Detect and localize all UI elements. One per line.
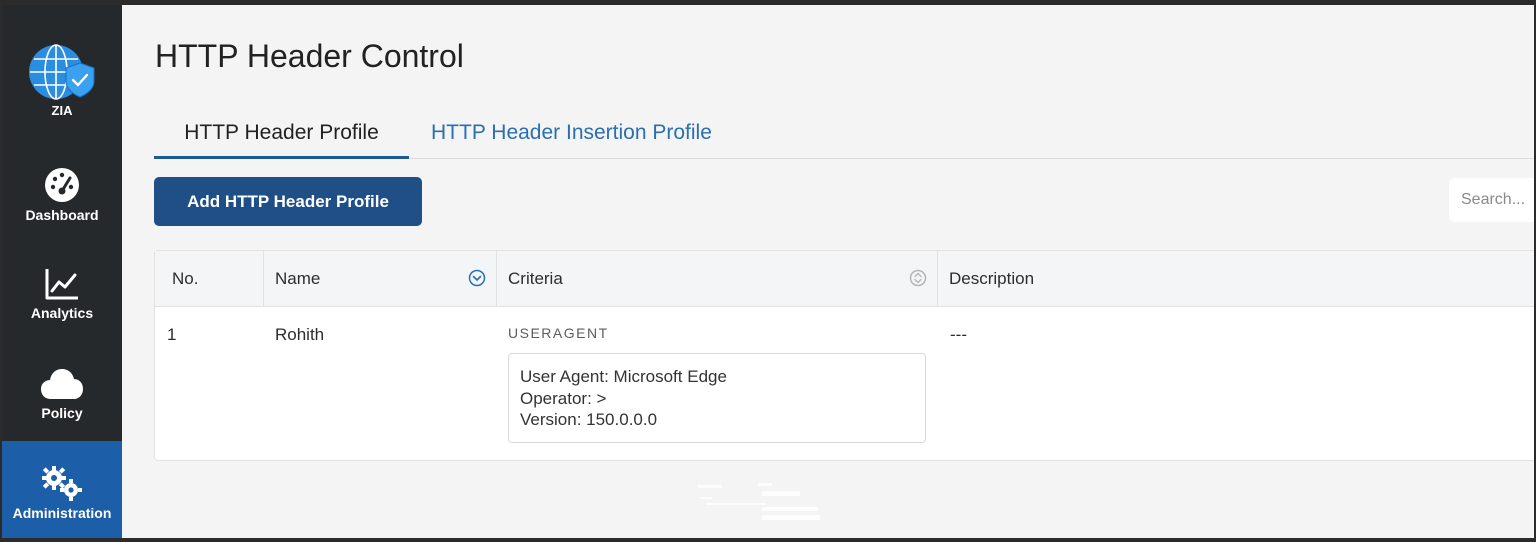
- cloud-icon: [41, 369, 83, 399]
- column-header-criteria[interactable]: Criteria: [497, 251, 938, 307]
- column-header-label: Name: [275, 269, 321, 288]
- column-header-name[interactable]: Name: [264, 251, 497, 307]
- criteria-type: USERAGENT: [508, 325, 609, 341]
- tab-bar: HTTP Header Profile HTTP Header Insertio…: [154, 109, 1534, 159]
- criteria-line: Version: 150.0.0.0: [520, 410, 658, 429]
- table-header: No. Name Criteria Description: [155, 251, 1534, 307]
- app-window: ZIA Dashboard Analytics Policy Administr…: [0, 0, 1536, 542]
- globe-shield-icon: [29, 44, 95, 100]
- column-header-no[interactable]: No.: [155, 251, 264, 307]
- gears-icon: [42, 466, 82, 501]
- tab-http-header-profile[interactable]: HTTP Header Profile: [154, 109, 409, 159]
- page-title: HTTP Header Control: [155, 38, 464, 74]
- row-name: Rohith: [275, 325, 325, 344]
- sidebar-item-analytics[interactable]: Analytics: [2, 267, 122, 337]
- sidebar-item-label: Dashboard: [25, 207, 99, 223]
- sort-descending-icon[interactable]: [468, 269, 486, 287]
- gauge-icon: [45, 168, 79, 202]
- sidebar-item-label: Policy: [41, 405, 83, 421]
- sidebar-item-label: Analytics: [30, 305, 94, 321]
- criteria-line: Operator: >: [520, 388, 607, 408]
- profiles-table: No. Name Criteria Description 1 Rohith U…: [154, 250, 1534, 461]
- add-http-header-profile-button[interactable]: Add HTTP Header Profile: [154, 177, 422, 226]
- criteria-details: User Agent: Microsoft Edge Operator: > V…: [508, 353, 926, 443]
- column-header-description[interactable]: Description: [938, 251, 1534, 307]
- blur-artifact: [698, 483, 820, 520]
- sidebar-item-zia[interactable]: ZIA: [2, 43, 122, 129]
- tab-http-header-insertion-profile[interactable]: HTTP Header Insertion Profile: [431, 109, 712, 159]
- sidebar-item-label: Administration: [12, 505, 112, 521]
- main-content: HTTP Header Control HTTP Header Profile …: [122, 5, 1534, 538]
- sidebar-item-label: ZIA: [51, 103, 73, 118]
- row-no: 1: [167, 325, 177, 344]
- row-description: ---: [950, 325, 967, 344]
- sidebar-item-administration[interactable]: Administration: [2, 441, 122, 538]
- sidebar: ZIA Dashboard Analytics Policy Administr…: [2, 5, 122, 538]
- sidebar-item-dashboard[interactable]: Dashboard: [2, 167, 122, 237]
- search-input[interactable]: [1449, 178, 1534, 222]
- sort-unsorted-icon[interactable]: [909, 269, 927, 287]
- sidebar-item-policy[interactable]: Policy: [2, 367, 122, 437]
- column-header-label: Criteria: [508, 269, 563, 288]
- criteria-line: User Agent: Microsoft Edge: [520, 367, 727, 386]
- line-chart-icon: [45, 269, 78, 300]
